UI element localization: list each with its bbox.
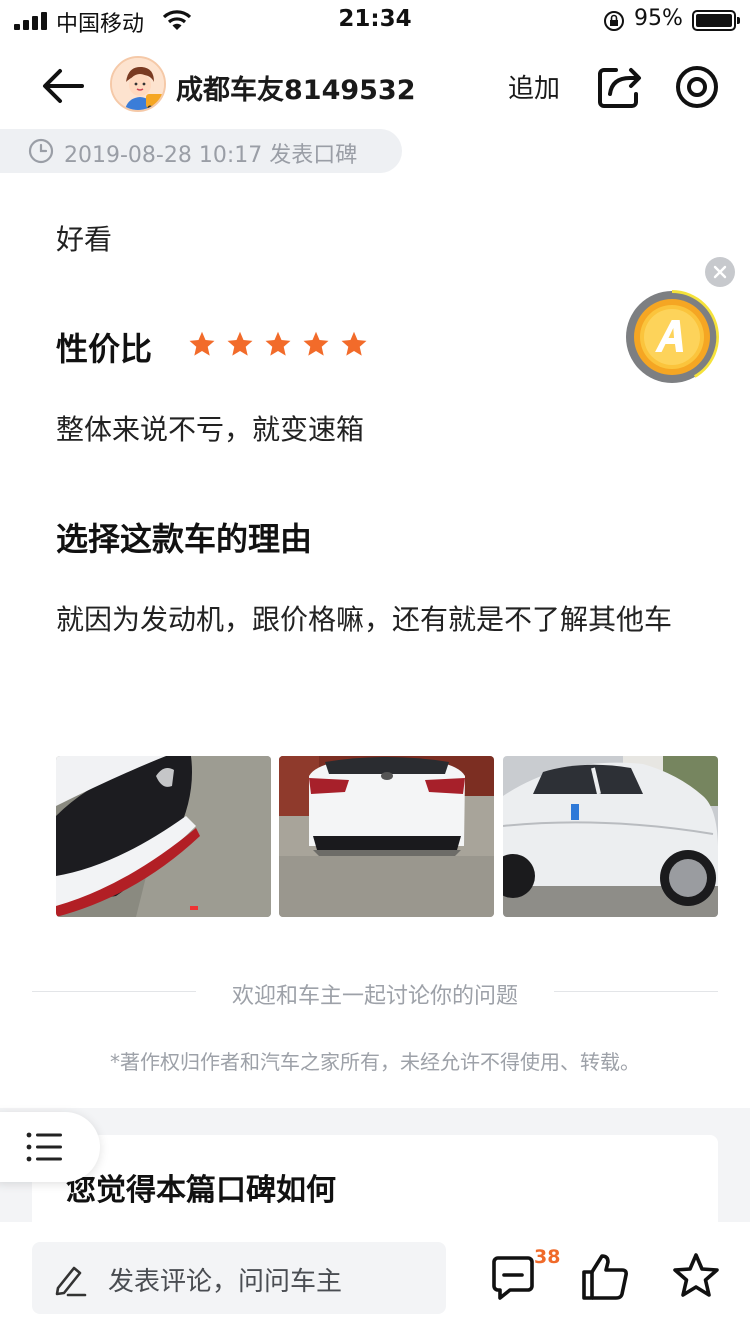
- comment-icon[interactable]: [488, 1254, 536, 1302]
- car-photo[interactable]: [56, 756, 271, 917]
- thumbs-up-icon[interactable]: [580, 1252, 630, 1302]
- feedback-card: 您觉得本篇口碑如何: [32, 1135, 718, 1225]
- car-photo[interactable]: [279, 756, 494, 917]
- value-section-title: 性价比: [56, 330, 153, 368]
- car-front-photo-icon: [56, 756, 271, 917]
- avatar-illustration-icon: [112, 58, 164, 110]
- edit-pencil-icon: [55, 1266, 87, 1297]
- star-icon: [303, 331, 329, 356]
- value-section-body: 整体来说不亏，就变速箱: [56, 413, 365, 446]
- discuss-prompt: 欢迎和车主一起讨论你的问题: [231, 984, 518, 1009]
- outline-menu-button[interactable]: [0, 1112, 100, 1182]
- battery-percent: 95%: [634, 6, 683, 31]
- copyright-notice: *著作权归作者和汽车之家所有，未经允许不得使用、转载。: [110, 1050, 640, 1074]
- append-button[interactable]: 追加: [508, 68, 560, 105]
- close-icon: [713, 265, 727, 279]
- star-icon: [189, 331, 215, 356]
- target-icon[interactable]: [674, 64, 720, 110]
- clock-icon: [28, 138, 54, 164]
- back-arrow-icon[interactable]: [36, 62, 88, 110]
- nav-bar: 成都车友8149532 追加: [0, 48, 750, 124]
- post-timestamp-label: 2019-08-28 10:17 发表口碑: [64, 143, 358, 168]
- comment-count-badge: 38: [534, 1246, 561, 1268]
- list-menu-icon: [26, 1132, 62, 1162]
- battery-icon: [692, 10, 740, 31]
- comment-input[interactable]: 发表评论，问问车主: [32, 1242, 446, 1314]
- avatar[interactable]: [110, 56, 166, 112]
- reward-coin-icon[interactable]: [625, 290, 719, 384]
- photo-gallery: [56, 756, 718, 917]
- car-photo[interactable]: [503, 756, 718, 917]
- share-icon[interactable]: [596, 64, 644, 110]
- car-rear-photo-icon: [279, 756, 494, 917]
- star-icon: [227, 331, 253, 356]
- status-bar: 中国移动 21:34 95%: [0, 0, 750, 40]
- feedback-title: 您觉得本篇口碑如何: [66, 1173, 336, 1208]
- post-timestamp: 2019-08-28 10:17 发表口碑: [0, 129, 402, 173]
- reason-section-body: 就因为发动机，跟价格嘛，还有就是不了解其他车: [56, 603, 673, 636]
- author-name[interactable]: 成都车友8149532: [176, 68, 416, 107]
- star-icon: [341, 331, 367, 356]
- reason-section-title: 选择这款车的理由: [56, 520, 313, 558]
- star-icon: [265, 331, 291, 356]
- comment-placeholder: 发表评论，问问车主: [108, 1267, 343, 1297]
- coin-close-button[interactable]: [705, 257, 735, 287]
- star-favorite-icon[interactable]: [672, 1252, 720, 1300]
- car-side-photo-icon: [503, 756, 718, 917]
- rotation-lock-icon: [604, 11, 624, 31]
- bottom-action-bar: 发表评论，问问车主 38: [0, 1222, 750, 1334]
- intro-text: 好看: [56, 223, 113, 256]
